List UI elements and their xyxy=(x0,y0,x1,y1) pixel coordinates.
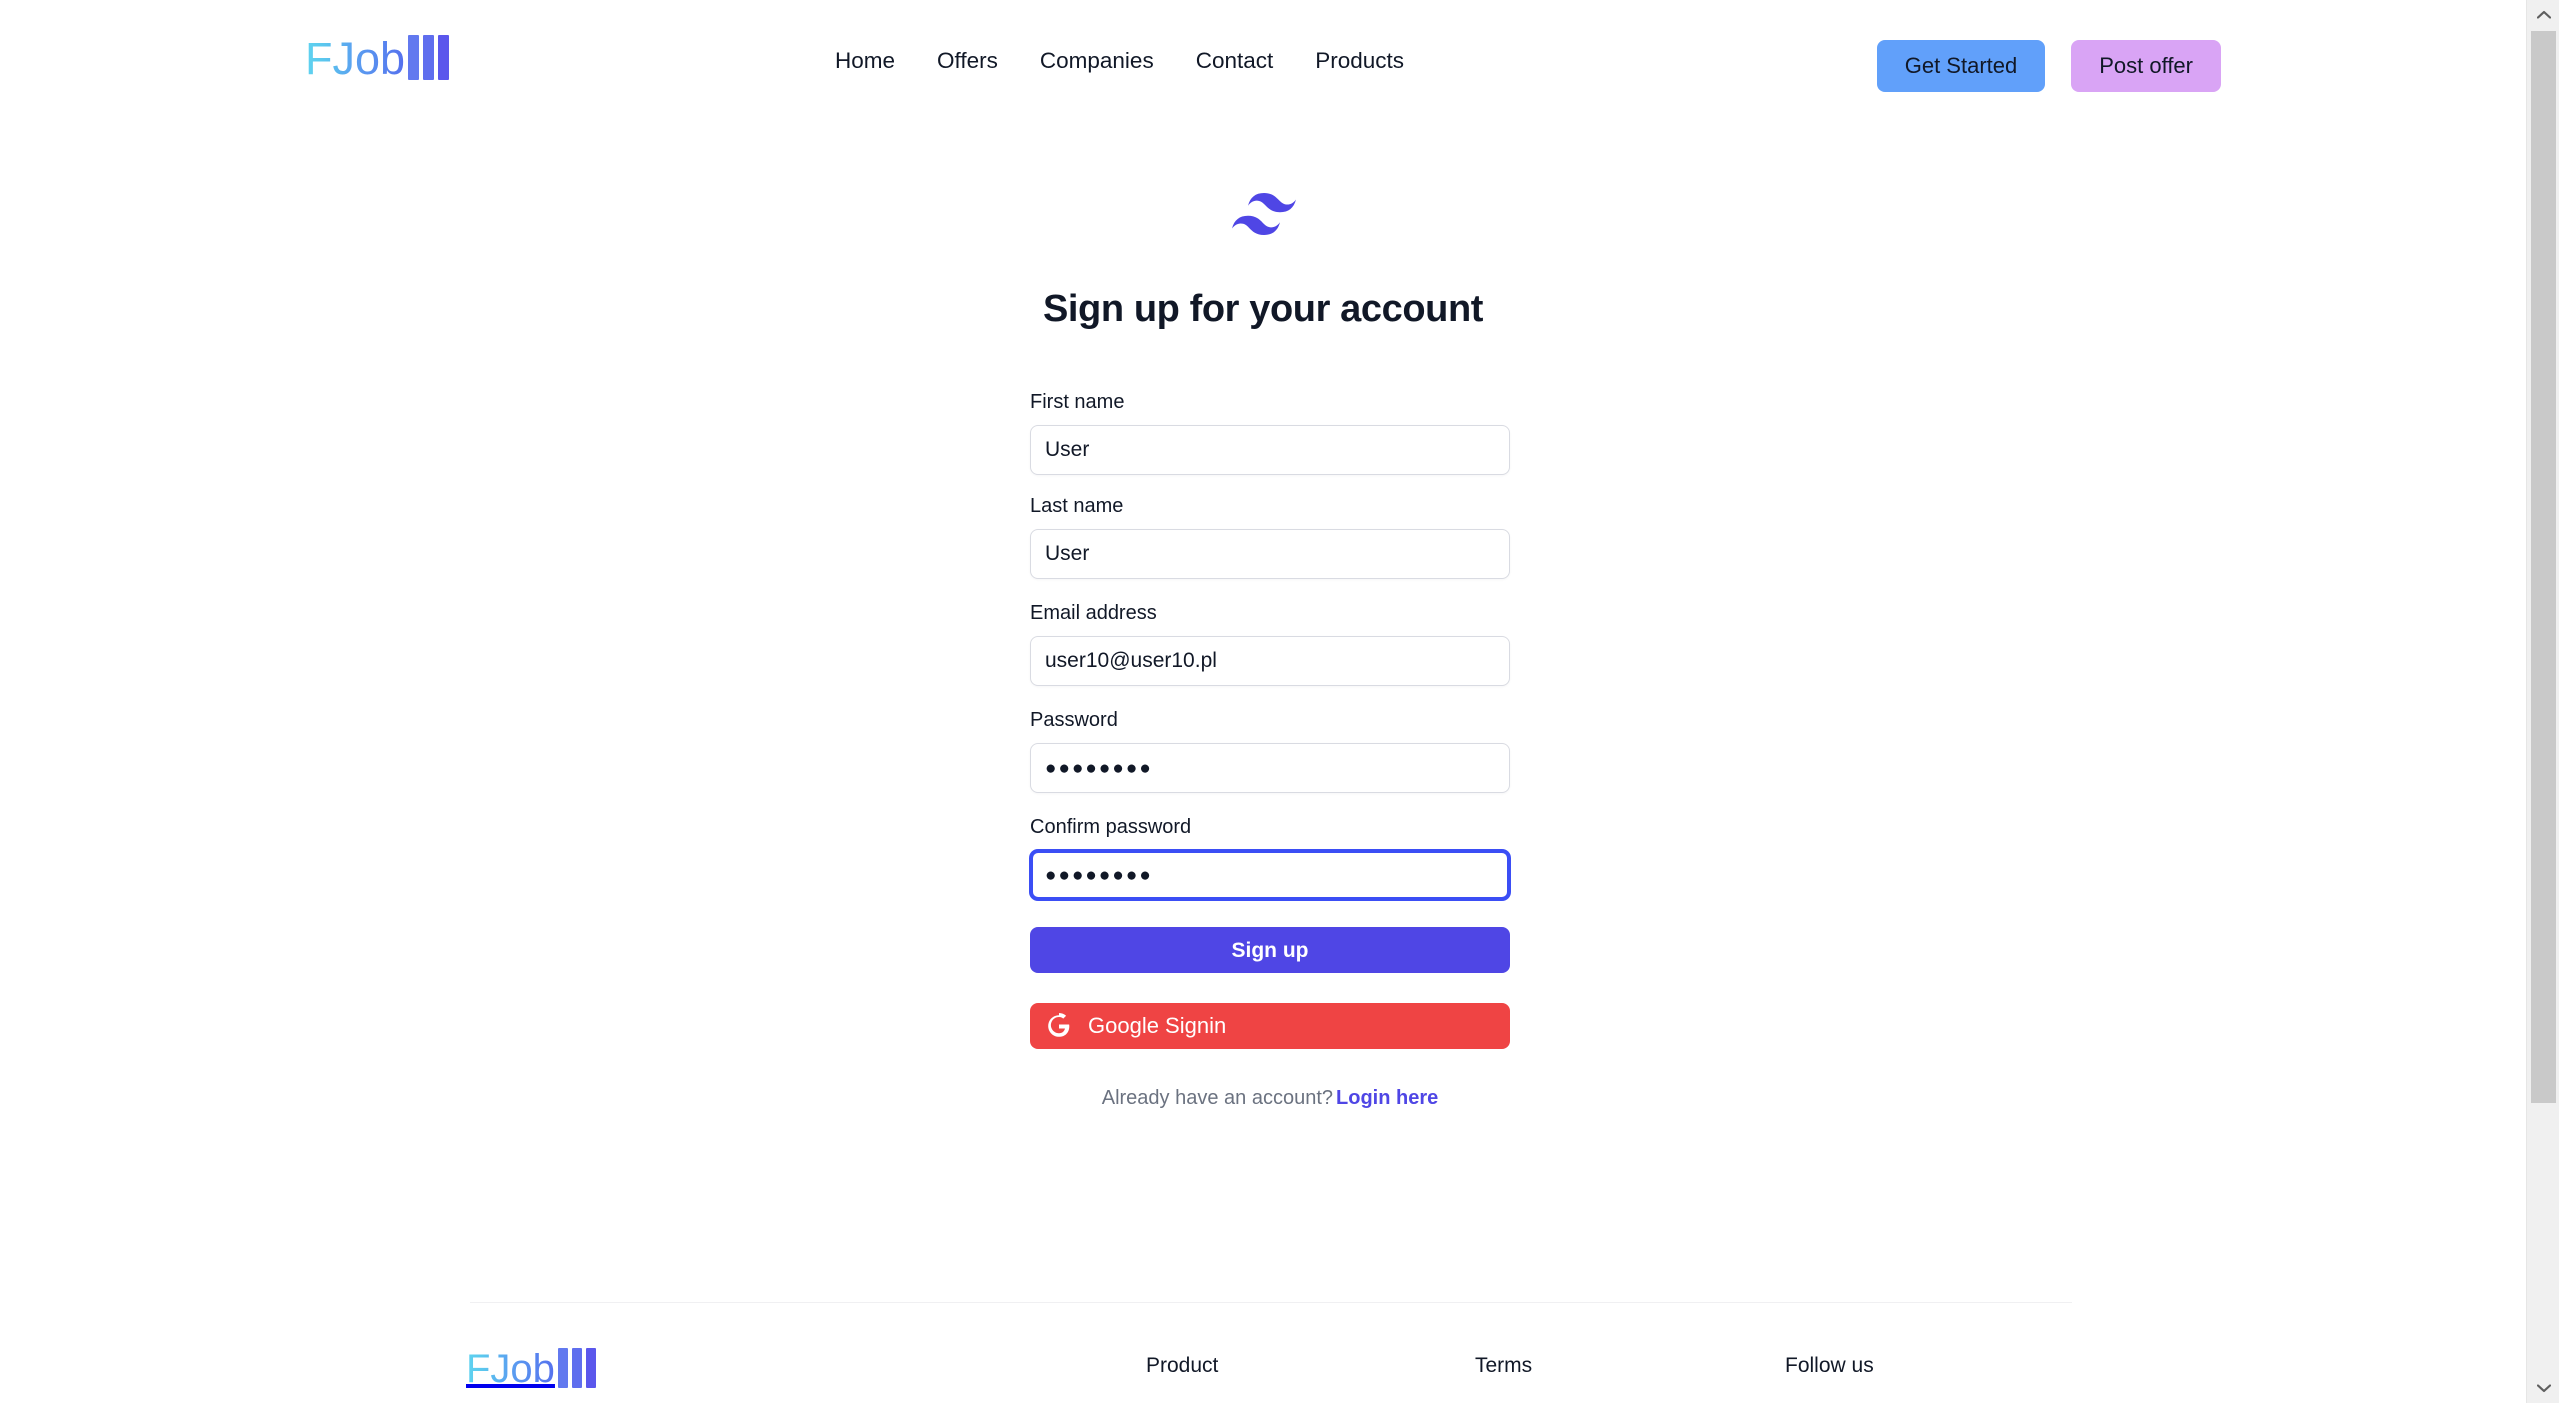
site-header: FJob Home Offers Companies Contact Produ… xyxy=(0,0,2526,110)
footer-divider xyxy=(470,1302,2072,1303)
nav-item-home[interactable]: Home xyxy=(835,49,895,73)
first-name-label: First name xyxy=(1030,391,1125,413)
first-name-field-group: First name User xyxy=(1030,392,1510,475)
password-field-group: Password ●●●●●●●● xyxy=(1030,710,1510,793)
last-name-label: Last name xyxy=(1030,495,1124,517)
get-started-button[interactable]: Get Started xyxy=(1876,40,2046,92)
scrollbar-thumb[interactable] xyxy=(2531,31,2556,1103)
google-signin-button[interactable]: Google Signin xyxy=(1030,1003,1510,1049)
footer-column-title-product: Product xyxy=(1146,1354,1219,1377)
brand-logo-link[interactable]: FJob xyxy=(305,32,450,84)
header-actions: Get Started Post offer xyxy=(1876,40,2221,92)
main-navigation: Home Offers Companies Contact Products xyxy=(835,49,1404,73)
three-bars-icon xyxy=(408,34,450,80)
login-prompt-text: Already have an account? xyxy=(1101,1087,1334,1109)
confirm-password-masked-value: ●●●●●●●● xyxy=(1045,864,1153,886)
page-title: Sign up for your account xyxy=(1042,288,1484,330)
confirm-password-label: Confirm password xyxy=(1030,816,1192,838)
tailwind-wave-logo-icon xyxy=(1232,193,1296,235)
nav-item-companies[interactable]: Companies xyxy=(1040,49,1154,73)
first-name-input[interactable]: User xyxy=(1030,425,1510,475)
email-input[interactable]: user10@user10.pl xyxy=(1030,636,1510,686)
google-g-icon xyxy=(1046,1013,1072,1039)
password-input[interactable]: ●●●●●●●● xyxy=(1030,743,1510,793)
footer-column-title-terms: Terms xyxy=(1475,1354,1533,1377)
nav-item-products[interactable]: Products xyxy=(1315,49,1404,73)
site-footer xyxy=(0,1302,2526,1403)
browser-page: FJob Home Offers Companies Contact Produ… xyxy=(0,0,2559,1403)
confirm-password-field-group: Confirm password ●●●●●●●● xyxy=(1030,817,1510,900)
password-masked-value: ●●●●●●●● xyxy=(1045,757,1153,779)
password-label: Password xyxy=(1030,709,1118,731)
login-prompt-row: Already have an account? Login here xyxy=(1030,1088,1510,1108)
nav-item-contact[interactable]: Contact xyxy=(1196,49,1274,73)
nav-item-offers[interactable]: Offers xyxy=(937,49,998,73)
last-name-input[interactable]: User xyxy=(1030,529,1510,579)
post-offer-button[interactable]: Post offer xyxy=(2071,40,2221,92)
page-viewport: FJob Home Offers Companies Contact Produ… xyxy=(0,0,2526,1403)
brand-name: FJob xyxy=(305,32,406,84)
last-name-field-group: Last name User xyxy=(1030,496,1510,579)
vertical-scrollbar[interactable] xyxy=(2526,0,2559,1403)
footer-brand-logo-link[interactable]: FJob xyxy=(466,1347,596,1391)
email-label: Email address xyxy=(1030,602,1157,624)
confirm-password-input[interactable]: ●●●●●●●● xyxy=(1030,850,1510,900)
footer-column-title-follow-us: Follow us xyxy=(1785,1354,1874,1377)
google-signin-label: Google Signin xyxy=(1088,1013,1227,1038)
chevron-up-icon[interactable] xyxy=(2527,0,2559,30)
login-here-link[interactable]: Login here xyxy=(1336,1087,1438,1109)
chevron-down-icon[interactable] xyxy=(2527,1373,2559,1403)
footer-three-bars-icon xyxy=(557,1348,596,1388)
signup-form: First name User Last name User Email add… xyxy=(1030,392,1510,1108)
email-field-group: Email address user10@user10.pl xyxy=(1030,603,1510,686)
footer-brand-name: FJob xyxy=(466,1347,555,1391)
signup-submit-button[interactable]: Sign up xyxy=(1030,927,1510,973)
